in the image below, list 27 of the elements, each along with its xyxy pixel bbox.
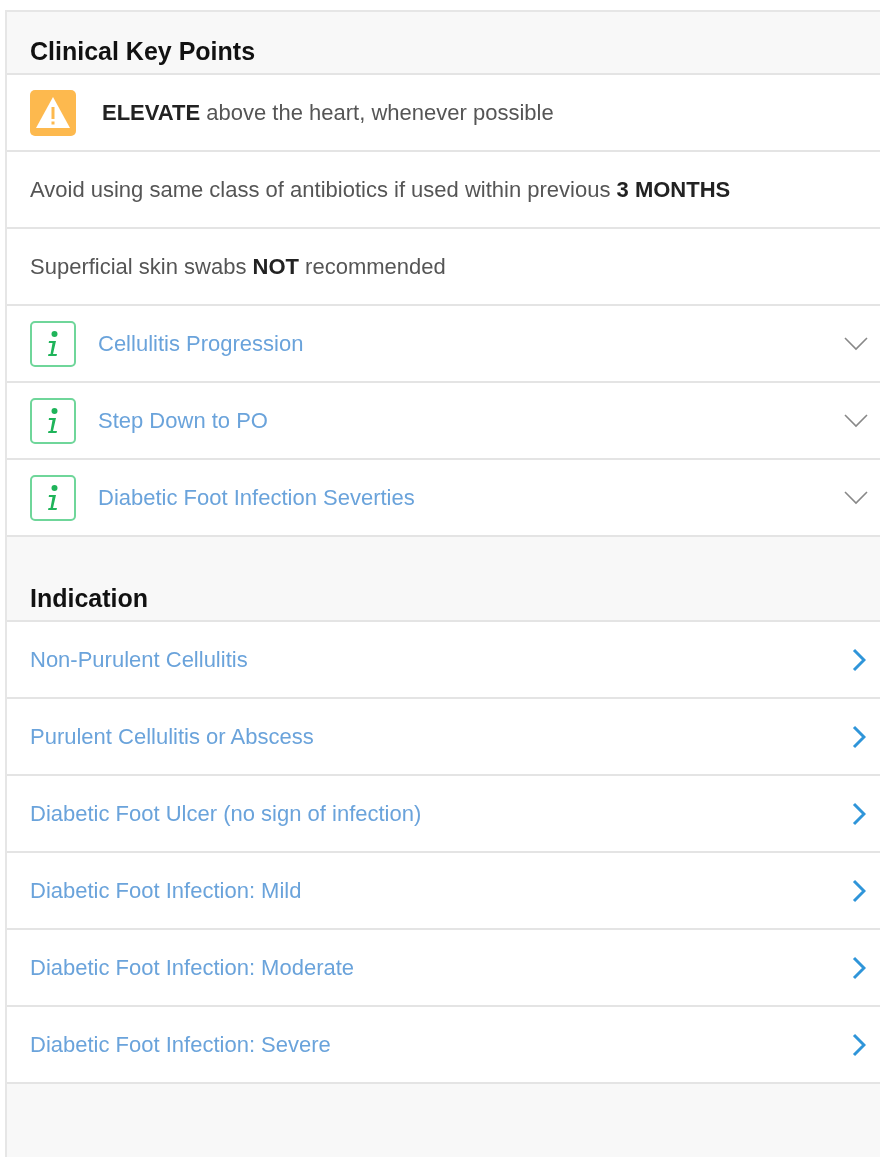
- indication-row[interactable]: Diabetic Foot Ulcer (no sign of infection): [7, 776, 880, 853]
- key-point-text: Superficial skin swabs NOT recommended: [30, 253, 446, 280]
- key-point-text: Avoid using same class of antibiotics if used within previous 3 MONTHS: [30, 176, 731, 203]
- indication-row[interactable]: Purulent Cellulitis or Abscess: [7, 699, 880, 776]
- expandable-row[interactable]: Cellulitis Progression: [7, 306, 880, 383]
- info-icon: [30, 397, 76, 444]
- expandable-row[interactable]: Diabetic Foot Infection Severties: [7, 460, 880, 537]
- warning-text: ELEVATE above the heart, whenever possible: [102, 99, 554, 126]
- info-icon: [30, 320, 76, 367]
- chevron-right-icon: [852, 878, 866, 903]
- chevron-right-icon: [852, 724, 866, 749]
- indication-row[interactable]: Non-Purulent Cellulitis: [7, 622, 880, 699]
- indication-row[interactable]: Diabetic Foot Infection: Mild: [7, 853, 880, 930]
- chevron-down-icon: [844, 490, 868, 505]
- chevron-right-icon: [852, 1032, 866, 1057]
- expandable-row[interactable]: Step Down to PO: [7, 383, 880, 460]
- chevron-right-icon: [852, 801, 866, 826]
- chevron-down-icon: [844, 413, 868, 428]
- section-heading: Clinical Key Points: [30, 37, 256, 66]
- chevron-right-icon: [852, 647, 866, 672]
- warning-icon: [30, 89, 76, 136]
- chevron-right-icon: [852, 955, 866, 980]
- info-icon: [30, 474, 76, 521]
- chevron-down-icon: [844, 336, 868, 351]
- indication-row[interactable]: Diabetic Foot Infection: Moderate: [7, 930, 880, 1007]
- indication-row[interactable]: Diabetic Foot Infection: Severe: [7, 1007, 880, 1084]
- section-heading: Indication: [30, 584, 149, 613]
